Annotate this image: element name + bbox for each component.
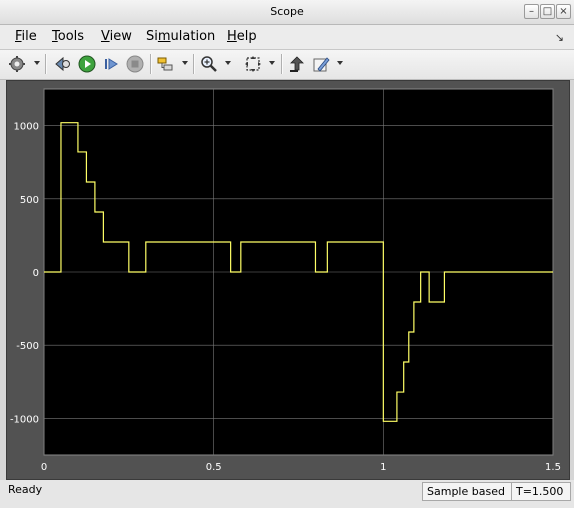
menu-simulation-accel: m xyxy=(157,29,171,44)
status-bar: Ready Sample based T=1.500 xyxy=(0,480,574,508)
toolbar-separator xyxy=(281,54,283,74)
autoscale-dropdown-icon[interactable] xyxy=(269,61,275,65)
window-title: Scope xyxy=(270,5,304,18)
x-tick-label: 1.5 xyxy=(545,462,561,473)
settings-button[interactable] xyxy=(7,54,27,74)
style-dropdown-icon[interactable] xyxy=(337,61,343,65)
highlight-block-button[interactable] xyxy=(53,54,73,74)
toolbar-separator xyxy=(45,54,47,74)
menu-file[interactable]: File xyxy=(15,29,37,44)
menu-tools[interactable]: Tools xyxy=(52,29,84,44)
menu-view-label: iew xyxy=(109,29,132,44)
y-tick-label: 1000 xyxy=(14,122,39,133)
menu-bar: File Tools View Simulation Help ↘ xyxy=(0,25,574,50)
toolbar-separator xyxy=(150,54,152,74)
y-tick-label: 0 xyxy=(33,268,39,279)
gear-icon xyxy=(9,56,25,72)
y-tick-label: -1000 xyxy=(10,414,39,425)
menu-help[interactable]: Help xyxy=(227,29,257,44)
menu-help-accel: H xyxy=(227,29,237,44)
menu-view-accel: V xyxy=(101,29,110,44)
zoom-dropdown-icon[interactable] xyxy=(225,61,231,65)
toolbar xyxy=(0,50,574,80)
stop-icon xyxy=(126,55,144,73)
maximize-icon: □ xyxy=(542,6,553,17)
trigger-icon xyxy=(157,57,173,71)
status-text: Ready xyxy=(8,483,43,496)
y-tick-label: -500 xyxy=(16,341,39,352)
menu-tools-label: ools xyxy=(57,29,85,44)
autoscale-button[interactable] xyxy=(243,54,263,74)
title-bar: Scope – □ × xyxy=(0,0,574,25)
run-button[interactable] xyxy=(77,54,97,74)
minimize-button[interactable]: – xyxy=(524,4,539,19)
menu-simulation-label: ulation xyxy=(170,29,216,44)
x-tick-label: 0 xyxy=(41,462,47,473)
zoom-in-icon xyxy=(201,56,217,72)
step-forward-icon xyxy=(105,58,118,70)
scope-plot[interactable]: 0 0.5 1 1.5 1000 500 0 -500 -1000 xyxy=(7,81,569,479)
close-icon: × xyxy=(559,6,568,17)
x-tick-label: 1 xyxy=(380,462,386,473)
toolbar-separator xyxy=(193,54,195,74)
style-icon xyxy=(313,57,330,72)
menu-file-label: ile xyxy=(21,29,37,44)
trigger-dropdown-icon[interactable] xyxy=(182,61,188,65)
stop-button[interactable] xyxy=(125,54,145,74)
menu-view[interactable]: View xyxy=(101,29,132,44)
step-forward-button[interactable] xyxy=(101,54,121,74)
y-tick-label: 500 xyxy=(20,195,39,206)
sample-mode-indicator: Sample based xyxy=(422,482,514,501)
run-icon xyxy=(78,55,96,73)
restore-layout-icon xyxy=(290,56,304,72)
x-tick-label: 0.5 xyxy=(206,462,222,473)
trigger-button[interactable] xyxy=(155,54,175,74)
menu-simulation[interactable]: Simulation xyxy=(146,29,215,44)
menu-simulation-pre: Si xyxy=(146,29,158,44)
settings-dropdown-icon[interactable] xyxy=(34,61,40,65)
simulation-time: T=1.500 xyxy=(511,482,571,501)
maximize-button[interactable]: □ xyxy=(540,4,555,19)
scope-display[interactable]: 0 0.5 1 1.5 1000 500 0 -500 -1000 xyxy=(6,80,570,480)
highlight-icon xyxy=(55,56,70,72)
minimize-icon: – xyxy=(529,6,534,17)
autoscale-icon xyxy=(245,56,261,72)
dock-pin-icon[interactable]: ↘ xyxy=(555,31,564,44)
style-button[interactable] xyxy=(311,54,331,74)
close-button[interactable]: × xyxy=(556,4,571,19)
restore-layout-button[interactable] xyxy=(287,54,307,74)
menu-help-label: elp xyxy=(236,29,257,44)
zoom-in-button[interactable] xyxy=(199,54,219,74)
